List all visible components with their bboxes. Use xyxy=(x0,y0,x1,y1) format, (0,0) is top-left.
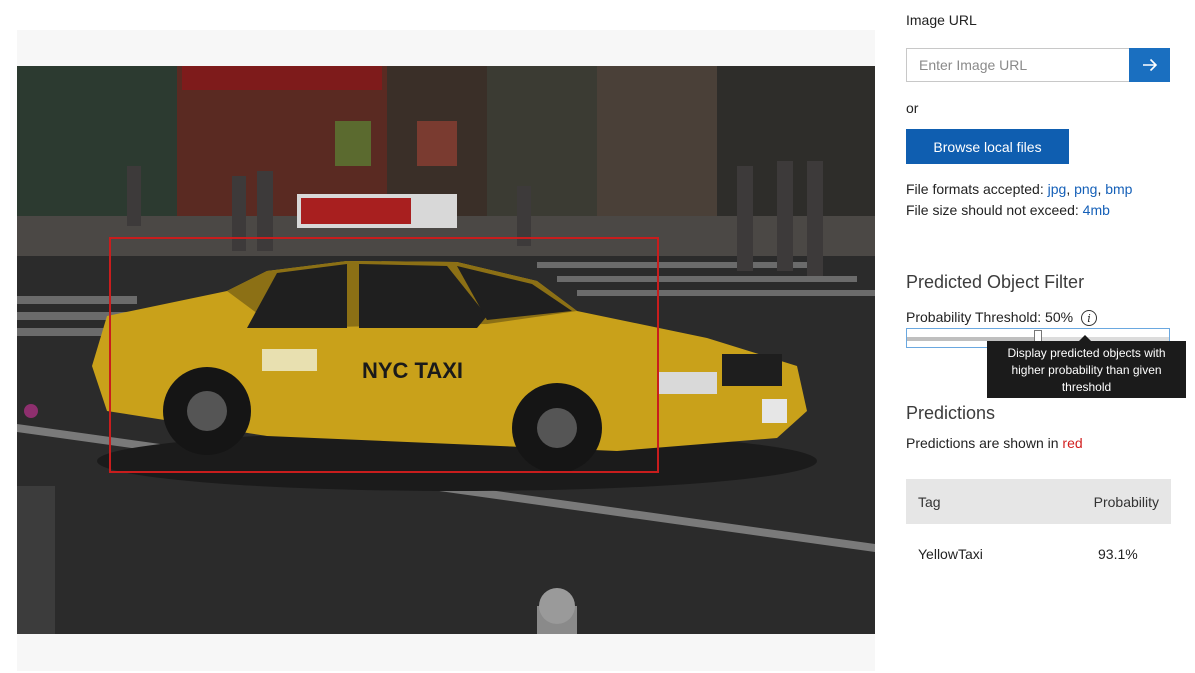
prediction-bounding-box xyxy=(109,237,659,473)
file-size-limit: 4mb xyxy=(1082,202,1110,218)
info-icon[interactable]: i xyxy=(1080,310,1097,327)
uploaded-photo: NYC TAXI xyxy=(17,66,875,634)
column-header-probability: Probability xyxy=(1093,494,1159,510)
or-text: or xyxy=(906,100,919,116)
format-jpg-link[interactable]: jpg xyxy=(1048,181,1067,197)
file-formats-line: File formats accepted: jpg, png, bmp xyxy=(906,181,1132,197)
format-separator: , xyxy=(1066,181,1075,197)
predictions-color-word: red xyxy=(1062,435,1083,451)
row-tag: YellowTaxi xyxy=(918,546,983,562)
threshold-label: Probability Threshold: 50% xyxy=(906,309,1074,325)
format-bmp-link[interactable]: bmp xyxy=(1105,181,1132,197)
image-url-label: Image URL xyxy=(906,12,977,28)
browse-local-files-button[interactable]: Browse local files xyxy=(906,129,1069,164)
filter-heading: Predicted Object Filter xyxy=(906,272,1085,292)
file-size-prefix: File size should not exceed: xyxy=(906,202,1083,218)
threshold-tooltip: Display predicted objects with higher pr… xyxy=(987,335,1186,398)
submit-url-button[interactable] xyxy=(1129,48,1170,82)
file-size-line: File size should not exceed: 4mb xyxy=(906,202,1110,218)
predictions-table-header: Tag Probability xyxy=(906,479,1171,524)
image-url-input[interactable] xyxy=(906,48,1129,82)
threshold-label-row: Probability Threshold: 50% i xyxy=(906,309,1097,327)
predictions-table: Tag Probability YellowTaxi 93.1% xyxy=(906,479,1171,569)
image-preview-panel: NYC TAXI xyxy=(17,30,875,671)
predictions-note: Predictions are shown in red xyxy=(906,435,1083,451)
predictions-note-prefix: Predictions are shown in xyxy=(906,435,1063,451)
row-probability: 93.1% xyxy=(1098,546,1138,562)
file-formats-prefix: File formats accepted: xyxy=(906,181,1048,197)
format-png-link[interactable]: png xyxy=(1074,181,1097,197)
table-row: YellowTaxi 93.1% xyxy=(906,524,1171,569)
arrow-right-icon xyxy=(1142,58,1157,72)
column-header-tag: Tag xyxy=(918,494,941,510)
predictions-heading: Predictions xyxy=(906,403,996,423)
